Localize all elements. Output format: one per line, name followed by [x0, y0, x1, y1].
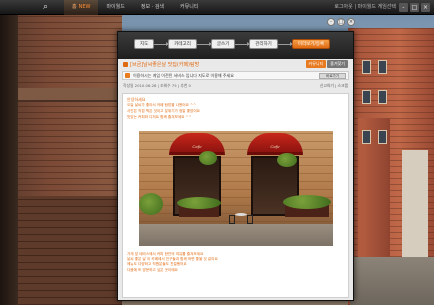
- intro-line: 사진은 직접 찍은 것이고 분위기가 정말 좋았어요: [127, 109, 200, 113]
- post-meta-left: 작성일 2010.06.28 | 조회수 75 | 추천 0: [123, 83, 191, 88]
- intro-line: 맛있는 커피와 디저트 함께 즐겨보세요 ^^: [127, 115, 192, 119]
- sidewalk: [139, 224, 333, 246]
- cafe-table: [235, 213, 247, 216]
- notice-bar: 이용하시는 게임 이전된 서비스 입니다 지도로 이용해 주세요 바로가기: [122, 71, 349, 80]
- post-actions[interactable]: 신고하기 | 스크랩: [320, 83, 348, 89]
- nav-community-label: 커뮤니티: [180, 4, 199, 10]
- shadow-edge: [0, 0, 18, 305]
- main-nav: 홈 NEW 마이월드 정보 · 검색 커뮤니티: [64, 0, 206, 15]
- modal-maximize-button[interactable]: □: [337, 18, 345, 26]
- notice-icon: [125, 73, 130, 78]
- step-write[interactable]: 글쓰기: [210, 39, 236, 49]
- nav-search[interactable]: 정보 · 검색: [133, 0, 172, 15]
- brick-wall-base: [18, 196, 122, 305]
- post-icon: [123, 61, 128, 67]
- maximize-button[interactable]: □: [410, 3, 419, 12]
- post-content: 안녕하세요 오늘 날씨가 좋아서 카페 탐방을 나왔어요 ^^ 사진은 직접 찍…: [122, 93, 349, 298]
- nav-myworld-label: 마이월드: [106, 4, 125, 10]
- side-plant: [139, 193, 163, 215]
- step-arrow: [154, 41, 170, 46]
- pale-building: [402, 150, 428, 260]
- step-map[interactable]: 지도: [134, 39, 155, 49]
- search-icon[interactable]: ⌕: [40, 2, 51, 13]
- street-ground: [350, 257, 434, 305]
- title-tags: 커뮤니티 즐겨찾기: [305, 60, 348, 68]
- post-title: [브금]날씨좋은날 맛집(카페)탐방: [123, 61, 199, 68]
- notice-go-button[interactable]: 바로가기: [319, 73, 346, 79]
- outro-line: 다음에 또 방문하고 싶은 곳이에요: [127, 267, 178, 272]
- awning-sign: Cafe: [270, 144, 280, 149]
- intro-line: 오늘 날씨가 좋아서 카페 탐방을 나왔어요 ^^: [127, 103, 197, 107]
- nav-myworld[interactable]: 마이월드: [98, 0, 132, 15]
- nav-home-label: 홈: [72, 4, 77, 10]
- outro-text: 가게 앞 테라스에서 커피 한잔의 여유를 즐겨보세요 날씨 좋은 날 이 카페…: [127, 252, 345, 273]
- step-wizard: 지도 카테고리 글쓰기 관리하기 미리보기/등록: [134, 39, 331, 49]
- step-category[interactable]: 카테고리: [168, 39, 197, 49]
- awning-sign: Cafe: [192, 144, 202, 149]
- modal-minimize-button[interactable]: -: [327, 18, 335, 26]
- building-window: [378, 130, 387, 144]
- cafe-chair: [247, 215, 253, 224]
- step-manage[interactable]: 관리하기: [249, 39, 278, 49]
- cafe-photo: Cafe Cafe: [139, 131, 333, 246]
- hanging-plant: [277, 153, 297, 167]
- building-window: [362, 90, 371, 104]
- top-navigation-bar: ⌕ 홈 NEW 마이월드 정보 · 검색 커뮤니티 로그아웃 | 마이월드 게임선…: [0, 0, 434, 15]
- planter-greens: [177, 197, 221, 209]
- building-window: [378, 90, 387, 104]
- nav-community[interactable]: 커뮤니티: [172, 0, 206, 15]
- step-arrow: [235, 41, 251, 46]
- step-preview-submit[interactable]: 미리보기/등록: [291, 39, 331, 49]
- community-tag[interactable]: 커뮤니티: [305, 60, 327, 68]
- close-button[interactable]: ×: [421, 3, 430, 12]
- step-arrow: [196, 41, 212, 46]
- cafe-chair: [229, 215, 235, 224]
- step-arrow: [277, 41, 293, 46]
- wall-ledge: [18, 88, 122, 102]
- nav-home[interactable]: 홈 NEW: [64, 0, 99, 15]
- modal-window-controls: - □ ×: [327, 18, 355, 26]
- account-links[interactable]: 로그아웃 | 마이월드 게임선택: [334, 0, 396, 15]
- building-window: [378, 60, 387, 74]
- building-window: [362, 130, 371, 144]
- hanging-plant: [199, 151, 217, 165]
- post-meta: 작성일 2010.06.28 | 조회수 75 | 추천 0 신고하기 | 스크…: [123, 83, 348, 91]
- new-badge: NEW: [78, 4, 91, 10]
- nav-search-label: 정보 · 검색: [140, 4, 165, 10]
- post-title-row: [브금]날씨좋은날 맛집(카페)탐방 커뮤니티 즐겨찾기: [123, 60, 348, 70]
- modal-close-button[interactable]: ×: [347, 18, 355, 26]
- favorite-tag[interactable]: 즐겨찾기: [327, 60, 348, 68]
- minimize-button[interactable]: -: [399, 3, 408, 12]
- post-preview-modal: 지도 카테고리 글쓰기 관리하기 미리보기/등록 [브금]날씨좋은날 맛집(카페…: [117, 31, 354, 301]
- notice-text: 이용하시는 게임 이전된 서비스 입니다 지도로 이용해 주세요: [133, 73, 234, 78]
- modal-header: 지도 카테고리 글쓰기 관리하기 미리보기/등록: [118, 32, 353, 59]
- building-window: [362, 60, 371, 74]
- post-title-text: [브금]날씨좋은날 맛집(카페)탐방: [130, 62, 200, 68]
- planter-greens: [283, 195, 331, 209]
